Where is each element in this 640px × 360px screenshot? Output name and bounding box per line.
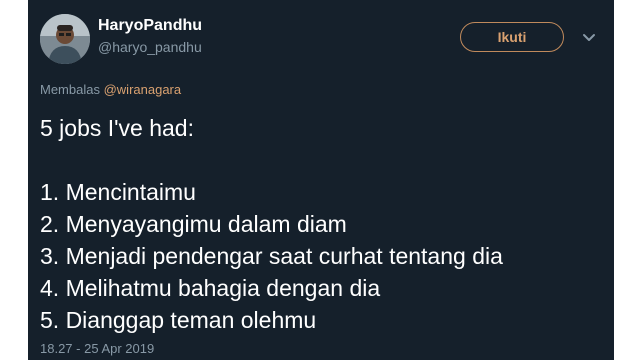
more-options-button[interactable] (580, 28, 598, 46)
author-handle[interactable]: @haryo_pandhu (98, 38, 202, 56)
chevron-down-icon (583, 34, 595, 41)
avatar[interactable] (40, 14, 90, 64)
tweet-timestamp[interactable]: 18.27 - 25 Apr 2019 (40, 341, 154, 357)
list-item: 5. Dianggap teman olehmu (40, 307, 317, 333)
reply-prefix: Membalas (40, 82, 100, 97)
author-display-name[interactable]: HaryoPandhu (98, 16, 202, 36)
list-item: 2. Menyayangimu dalam diam (40, 211, 347, 237)
reply-mention-link[interactable]: @wiranagara (104, 82, 182, 97)
list-item: 4. Melihatmu bahagia dengan dia (40, 275, 381, 301)
follow-button[interactable]: Ikuti (460, 22, 564, 52)
tweet-text: 5 jobs I've had: 1. Mencintaimu 2. Menya… (40, 112, 600, 336)
list-item: 1. Mencintaimu (40, 179, 196, 205)
avatar-photo-icon (40, 14, 90, 64)
tweet-card: HaryoPandhu @haryo_pandhu Ikuti Membalas… (28, 0, 614, 360)
tweet-intro: 5 jobs I've had: (40, 115, 194, 141)
list-item: 3. Menjadi pendengar saat curhat tentang… (40, 243, 503, 269)
reply-context: Membalas @wiranagara (40, 82, 181, 98)
